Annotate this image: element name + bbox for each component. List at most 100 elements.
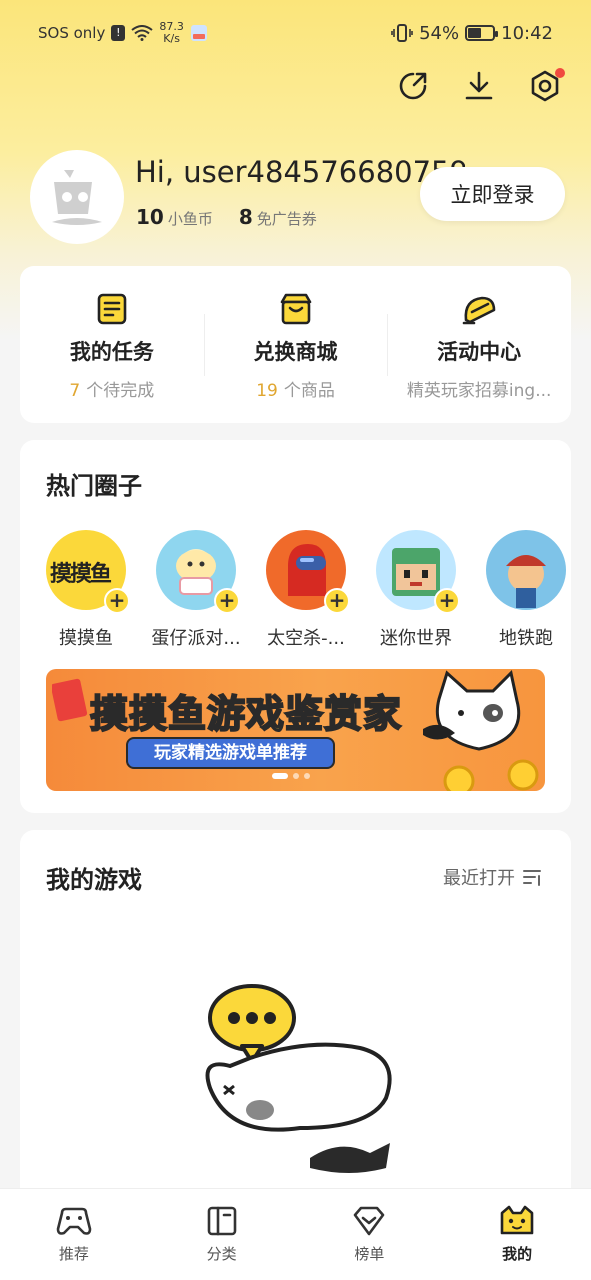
banner-pager bbox=[272, 773, 310, 779]
circle-item[interactable]: + 迷你世界 bbox=[376, 530, 460, 650]
clock: 10:42 bbox=[501, 22, 553, 44]
hot-circles-card: 热门圈子 摸摸鱼 + 摸摸鱼 + 蛋仔派对... + 太空杀-... + 迷你世… bbox=[20, 440, 571, 813]
fish-avatar-icon bbox=[52, 170, 102, 225]
circle-name: 太空杀-... bbox=[267, 628, 345, 649]
nav-ranking[interactable]: 榜单 bbox=[296, 1189, 444, 1280]
pager-dot bbox=[293, 773, 299, 779]
store-icon bbox=[280, 293, 311, 325]
join-circle-button[interactable]: + bbox=[104, 588, 130, 614]
bottom-nav: 推荐 分类 榜单 我的 bbox=[0, 1188, 591, 1280]
coupons-value: 8 bbox=[238, 205, 253, 229]
username: Hi, user4845766807595 bbox=[135, 155, 465, 189]
net-speed-unit: K/s bbox=[163, 32, 180, 45]
cat-face-icon bbox=[500, 1205, 534, 1235]
circle-item[interactable]: 摸摸鱼 + 摸摸鱼 bbox=[46, 530, 130, 650]
promo-banner[interactable]: 摸摸鱼游戏鉴赏家 玩家精选游戏单推荐 bbox=[46, 669, 545, 791]
circle-image: + bbox=[376, 530, 460, 614]
circle-image: + bbox=[156, 530, 240, 614]
quick-title: 我的任务 bbox=[69, 340, 154, 364]
exchange-store-entry[interactable]: 兑换商城 19 个商品 bbox=[203, 266, 388, 423]
quick-sub: 7 个待完成 bbox=[69, 376, 154, 401]
my-games-title: 我的游戏 bbox=[46, 866, 142, 894]
share-icon bbox=[399, 72, 427, 100]
vibrate-icon bbox=[391, 24, 413, 42]
quick-count: 7 bbox=[69, 381, 81, 401]
top-actions bbox=[397, 68, 565, 102]
circle-name: 地铁跑 bbox=[499, 628, 553, 649]
carrier-text: SOS only bbox=[38, 24, 106, 42]
battery-fill bbox=[468, 28, 482, 38]
battery-icon bbox=[465, 25, 499, 41]
app-notification-icon bbox=[190, 25, 207, 41]
coins-value: 10 bbox=[136, 205, 164, 229]
nav-label: 榜单 bbox=[354, 1245, 385, 1263]
wifi-icon bbox=[131, 25, 153, 41]
circle-name: 摸摸鱼 bbox=[59, 628, 113, 649]
status-bar: SOS only ! 87.3 K/s 54% 10:42 bbox=[0, 0, 591, 66]
coins-label: 小鱼币 bbox=[167, 210, 213, 228]
quick-count: 19 bbox=[256, 381, 278, 401]
banner-title-b: 游戏鉴赏家 bbox=[206, 691, 403, 737]
nav-label: 我的 bbox=[502, 1245, 533, 1263]
circle-item[interactable]: + 太空杀-... bbox=[266, 530, 350, 650]
empty-games-illustration bbox=[205, 984, 392, 1173]
coupons-stat[interactable]: 8 免广告券 bbox=[239, 205, 317, 229]
quick-sub-text: 个商品 bbox=[283, 381, 335, 401]
status-left: SOS only ! 87.3 K/s bbox=[38, 21, 208, 45]
banner-title-a: 摸摸鱼 bbox=[89, 691, 208, 737]
sort-label: 最近打开 bbox=[443, 868, 515, 889]
activity-center-entry[interactable]: 活动中心 精英玩家招募ing... bbox=[387, 266, 571, 423]
quick-title: 兑换商城 bbox=[253, 340, 338, 364]
pager-dot bbox=[304, 773, 310, 779]
join-circle-button[interactable]: + bbox=[324, 588, 350, 614]
nav-label: 分类 bbox=[206, 1245, 237, 1263]
hot-circles-title: 热门圈子 bbox=[46, 472, 142, 500]
quick-entries: 我的任务 7 个待完成 兑换商城 19 个商品 活动中心 精英玩家招募ing... bbox=[20, 266, 571, 423]
notification-dot bbox=[555, 68, 565, 78]
circle-name: 迷你世界 bbox=[380, 628, 452, 649]
circles-list: 摸摸鱼 + 摸摸鱼 + 蛋仔派对... + 太空杀-... + 迷你世界 地铁跑 bbox=[46, 530, 571, 650]
nav-mine[interactable]: 我的 bbox=[443, 1189, 591, 1280]
banner-title: 摸摸鱼游戏鉴赏家 bbox=[89, 683, 403, 738]
circle-image: + bbox=[266, 530, 350, 614]
activity-icon bbox=[462, 296, 496, 325]
banner-subtitle: 玩家精选游戏单推荐 bbox=[126, 737, 335, 769]
task-icon bbox=[97, 293, 127, 325]
pager-dot-active bbox=[272, 773, 288, 779]
circle-image bbox=[486, 530, 566, 610]
settings-button[interactable] bbox=[529, 68, 565, 102]
moyu-logo-text: 摸摸鱼 bbox=[50, 562, 112, 587]
quick-sub: 精英玩家招募ing... bbox=[406, 381, 552, 401]
profile-stats: 10 小鱼币 8 免广告券 bbox=[136, 205, 317, 229]
download-icon bbox=[465, 71, 493, 100]
avatar[interactable] bbox=[30, 150, 124, 244]
ranking-icon bbox=[354, 1206, 385, 1236]
login-button[interactable]: 立即登录 bbox=[420, 167, 565, 221]
nav-category[interactable]: 分类 bbox=[148, 1189, 296, 1280]
join-circle-button[interactable]: + bbox=[434, 588, 460, 614]
net-speed: 87.3 K/s bbox=[159, 21, 184, 45]
quick-sub-text: 个待完成 bbox=[86, 381, 155, 401]
share-button[interactable] bbox=[397, 70, 429, 102]
status-right: 54% 10:42 bbox=[391, 23, 553, 44]
my-tasks-entry[interactable]: 我的任务 7 个待完成 bbox=[20, 266, 204, 423]
coins-stat[interactable]: 10 小鱼币 bbox=[136, 205, 213, 229]
quick-sub: 19 个商品 bbox=[256, 376, 335, 401]
download-button[interactable] bbox=[463, 70, 495, 102]
circle-item[interactable]: + 蛋仔派对... bbox=[151, 530, 241, 650]
gamepad-icon bbox=[56, 1207, 92, 1235]
alert-icon: ! bbox=[111, 25, 126, 41]
red-envelope-icon bbox=[52, 678, 88, 722]
nav-label: 推荐 bbox=[58, 1245, 89, 1263]
sort-icon bbox=[523, 870, 541, 886]
join-circle-button[interactable]: + bbox=[214, 588, 240, 614]
circle-name: 蛋仔派对... bbox=[151, 628, 241, 649]
nav-recommend[interactable]: 推荐 bbox=[0, 1189, 148, 1280]
circle-image: 摸摸鱼 + bbox=[46, 530, 130, 614]
battery-percent: 54% bbox=[419, 22, 460, 44]
sort-recent-button[interactable]: 最近打开 bbox=[443, 864, 543, 890]
circle-item[interactable]: 地铁跑 bbox=[486, 530, 566, 650]
quick-title: 活动中心 bbox=[437, 340, 522, 364]
coupons-label: 免广告券 bbox=[256, 210, 317, 228]
cat-mascot-icon bbox=[423, 669, 539, 791]
